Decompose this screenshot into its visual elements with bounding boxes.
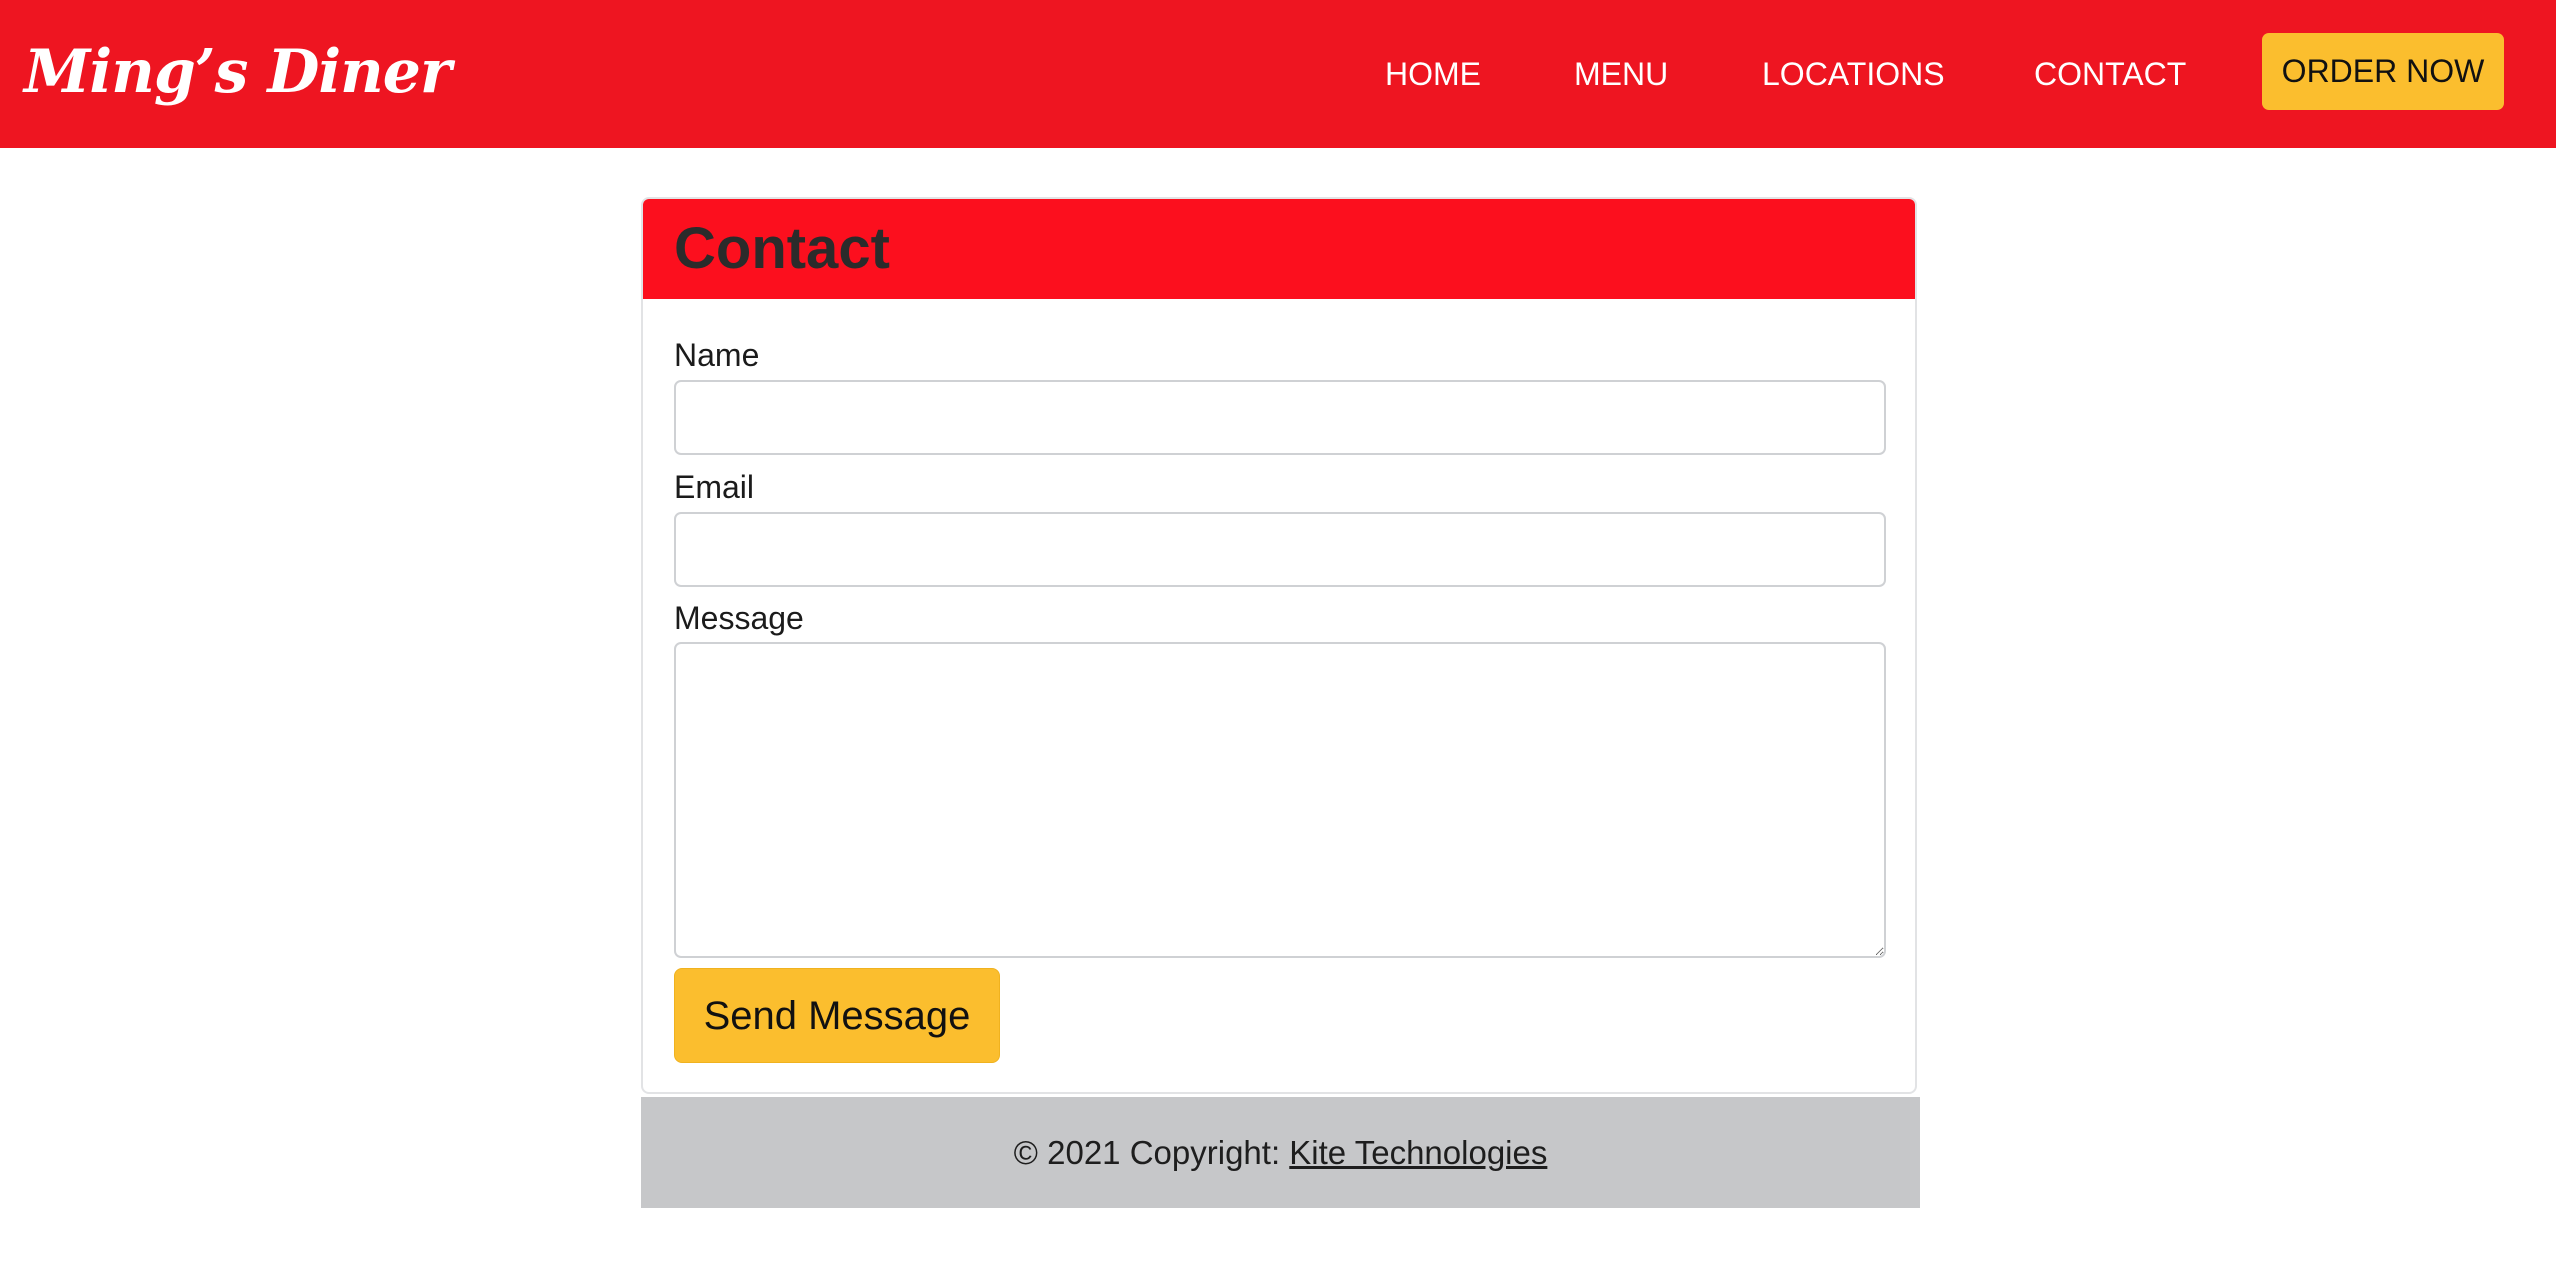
contact-card: Contact Name Email Message Send Message xyxy=(641,197,1917,1094)
footer: © 2021 Copyright: Kite Technologies xyxy=(641,1097,1920,1208)
brand-logo[interactable]: Ming’s Diner xyxy=(24,32,452,112)
send-message-button[interactable]: Send Message xyxy=(674,968,1000,1063)
contact-card-header: Contact xyxy=(643,199,1915,299)
email-field[interactable] xyxy=(674,512,1886,587)
top-navbar: Ming’s Diner HOME MENU LOCATIONS CONTACT… xyxy=(0,0,2556,148)
nav-home-link[interactable]: HOME xyxy=(1385,48,1481,100)
email-label: Email xyxy=(674,469,755,505)
message-textarea[interactable] xyxy=(674,642,1886,958)
name-label: Name xyxy=(674,337,760,373)
message-label: Message xyxy=(674,600,804,636)
order-now-button[interactable]: ORDER NOW xyxy=(2262,33,2504,110)
copyright-text: © 2021 Copyright: xyxy=(1013,1134,1290,1171)
nav-locations-link[interactable]: LOCATIONS xyxy=(1762,48,1945,100)
kite-technologies-link[interactable]: Kite Technologies xyxy=(1289,1134,1547,1171)
nav-menu-link[interactable]: MENU xyxy=(1574,48,1668,100)
name-field[interactable] xyxy=(674,380,1886,455)
page-title: Contact xyxy=(674,216,890,281)
nav-contact-link[interactable]: CONTACT xyxy=(2034,48,2186,100)
